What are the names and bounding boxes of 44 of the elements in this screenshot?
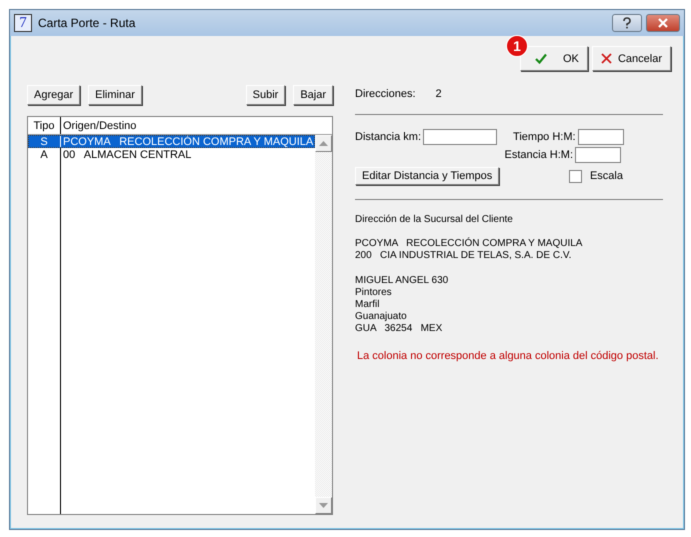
warning-message: La colonia no corresponde a alguna colonia del código postal. <box>356 350 660 362</box>
close-icon <box>600 53 612 64</box>
table-row[interactable]: A 00 ALMACEN CENTRAL <box>28 148 315 161</box>
app-icon: 7 <box>14 14 32 32</box>
field-label: Distancia km: <box>355 131 422 143</box>
address-line: Marfil <box>355 299 380 311</box>
close-icon <box>657 18 669 28</box>
close-button[interactable] <box>646 14 680 32</box>
address-line: 200 CIA INDUSTRIAL DE TELAS, S.A. DE C.V. <box>355 250 572 262</box>
list-action-button[interactable]: Agregar <box>27 85 80 105</box>
scrollbar[interactable] <box>315 135 332 514</box>
checkbox-label: Escala <box>590 170 623 182</box>
help-icon <box>622 17 632 29</box>
up-triangle-icon <box>319 141 328 146</box>
column-header: Tipo <box>28 117 61 134</box>
list-action-button[interactable]: Subir <box>246 85 286 105</box>
help-button[interactable] <box>612 14 642 32</box>
address-heading: Dirección de la Sucursal del Cliente <box>355 214 514 225</box>
edit-distance-button[interactable]: Editar Distancia y Tiempos <box>355 167 500 185</box>
directions-label: Direcciones: <box>355 88 416 100</box>
address-line: MIGUEL ANGEL 630 <box>355 275 450 287</box>
scroll-down-button[interactable] <box>315 497 332 514</box>
address-line: PCOYMA RECOLECCIÓN COMPRA Y MAQUILA <box>355 238 584 250</box>
cancel-button[interactable]: Cancelar <box>592 46 671 71</box>
scroll-up-button[interactable] <box>315 135 332 152</box>
field-label: Estancia H:M: <box>504 149 573 161</box>
directions-count: 2 <box>436 88 442 100</box>
window-title: Carta Porte - Ruta <box>38 16 136 30</box>
address-line: GUA 36254 MEX <box>355 323 444 335</box>
ok-button[interactable]: OK <box>520 46 588 71</box>
time-field[interactable] <box>578 129 624 145</box>
distance-field[interactable] <box>423 129 498 145</box>
list-action-button[interactable]: Eliminar <box>88 85 142 105</box>
field-label: Tiempo H:M: <box>513 131 576 143</box>
address-line: Guanajuato <box>355 311 408 323</box>
column-header: Origen/Destino <box>62 120 138 132</box>
stay-field[interactable] <box>575 147 621 163</box>
list-action-button[interactable]: Bajar <box>293 85 333 105</box>
table-row[interactable]: S PCOYMA RECOLECCIÓN COMPRA Y MAQUILA <box>28 135 315 148</box>
step-badge: 1 <box>506 35 528 57</box>
checkbox[interactable] <box>568 170 582 182</box>
check-icon <box>534 53 547 64</box>
address-line: Pintores <box>355 287 393 299</box>
down-triangle-icon <box>319 503 328 508</box>
